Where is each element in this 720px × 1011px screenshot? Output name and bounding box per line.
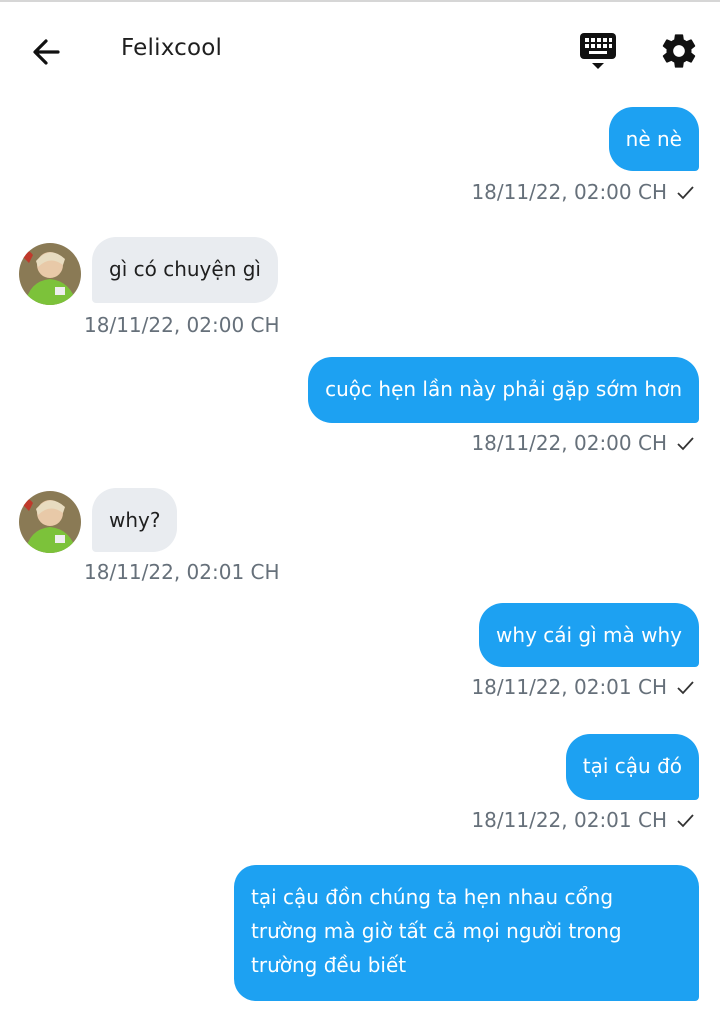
- message-timestamp: 18/11/22, 02:01 CH: [84, 560, 280, 584]
- outgoing-message[interactable]: nè nè: [608, 107, 699, 171]
- outgoing-message[interactable]: cuộc hẹn lần này phải gặp sớm hơn: [308, 357, 699, 423]
- check-icon: [677, 437, 694, 451]
- avatar-image: [19, 491, 81, 553]
- message-text: gì có chuyện gì: [109, 257, 261, 281]
- avatar[interactable]: [19, 491, 81, 553]
- check-icon: [677, 186, 694, 200]
- chat-title: Felixcool: [121, 35, 223, 61]
- message-timestamp: 18/11/22, 02:00 CH: [471, 431, 695, 455]
- message-text: tại cậu đồn chúng ta hẹn nhau cổng trườn…: [251, 885, 622, 977]
- check-icon: [677, 814, 694, 828]
- outgoing-message[interactable]: tại cậu đó: [565, 734, 699, 800]
- outgoing-message[interactable]: why cái gì mà why: [479, 603, 699, 667]
- message-text: why cái gì mà why: [496, 623, 682, 647]
- keyboard-button[interactable]: [578, 30, 618, 74]
- message-timestamp: 18/11/22, 02:00 CH: [471, 180, 695, 204]
- message-text: cuộc hẹn lần này phải gặp sớm hơn: [325, 377, 682, 401]
- incoming-message[interactable]: why?: [92, 488, 178, 552]
- back-button[interactable]: [28, 32, 68, 72]
- message-timestamp: 18/11/22, 02:01 CH: [471, 808, 695, 832]
- message-text: tại cậu đó: [582, 754, 682, 778]
- message-list[interactable]: nè nè 18/11/22, 02:00 CH gì có chuyện gì…: [0, 94, 720, 1011]
- avatar-image: [19, 243, 81, 305]
- check-icon: [677, 681, 694, 695]
- gear-icon: [662, 34, 696, 68]
- settings-button[interactable]: [659, 31, 699, 71]
- message-timestamp: 18/11/22, 02:00 CH: [84, 313, 280, 337]
- message-timestamp: 18/11/22, 02:01 CH: [471, 675, 695, 699]
- avatar[interactable]: [19, 243, 81, 305]
- keyboard-icon: [580, 33, 616, 69]
- message-text: why?: [109, 508, 161, 532]
- message-text: nè nè: [625, 127, 682, 151]
- incoming-message[interactable]: gì có chuyện gì: [92, 237, 278, 303]
- chat-screen: Felixcool nè nè 18/11/22, 02:00 CH gì có…: [0, 0, 720, 1011]
- outgoing-message[interactable]: tại cậu đồn chúng ta hẹn nhau cổng trườn…: [234, 865, 699, 1001]
- arrow-left-icon: [33, 39, 60, 65]
- chat-header: Felixcool: [0, 2, 720, 94]
